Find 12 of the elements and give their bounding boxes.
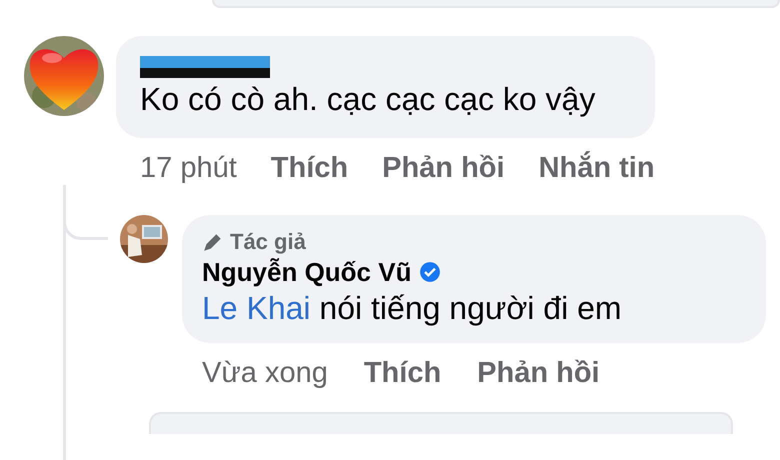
comment-text: Ko có cò ah. cạc cạc cạc ko vậy	[140, 80, 596, 119]
author-name[interactable]: Nguyễn Quốc Vũ	[202, 257, 742, 287]
author-role-label: Tác giả	[202, 227, 742, 257]
comment-action-link[interactable]: Phản hồi	[477, 357, 600, 390]
comment-time: Vừa xong	[202, 357, 328, 390]
comment-text: Le Khai nói tiếng người đi em	[202, 289, 623, 328]
comment-time: 17 phút	[140, 152, 237, 185]
comment-action-link[interactable]: Phản hồi	[382, 152, 505, 185]
mention-link[interactable]: Le Khai	[202, 290, 311, 326]
comment-action-link[interactable]: Thích	[270, 152, 348, 185]
comment-action-link[interactable]: Thích	[364, 357, 442, 390]
comment-action-link[interactable]: Nhắn tin	[538, 152, 655, 185]
